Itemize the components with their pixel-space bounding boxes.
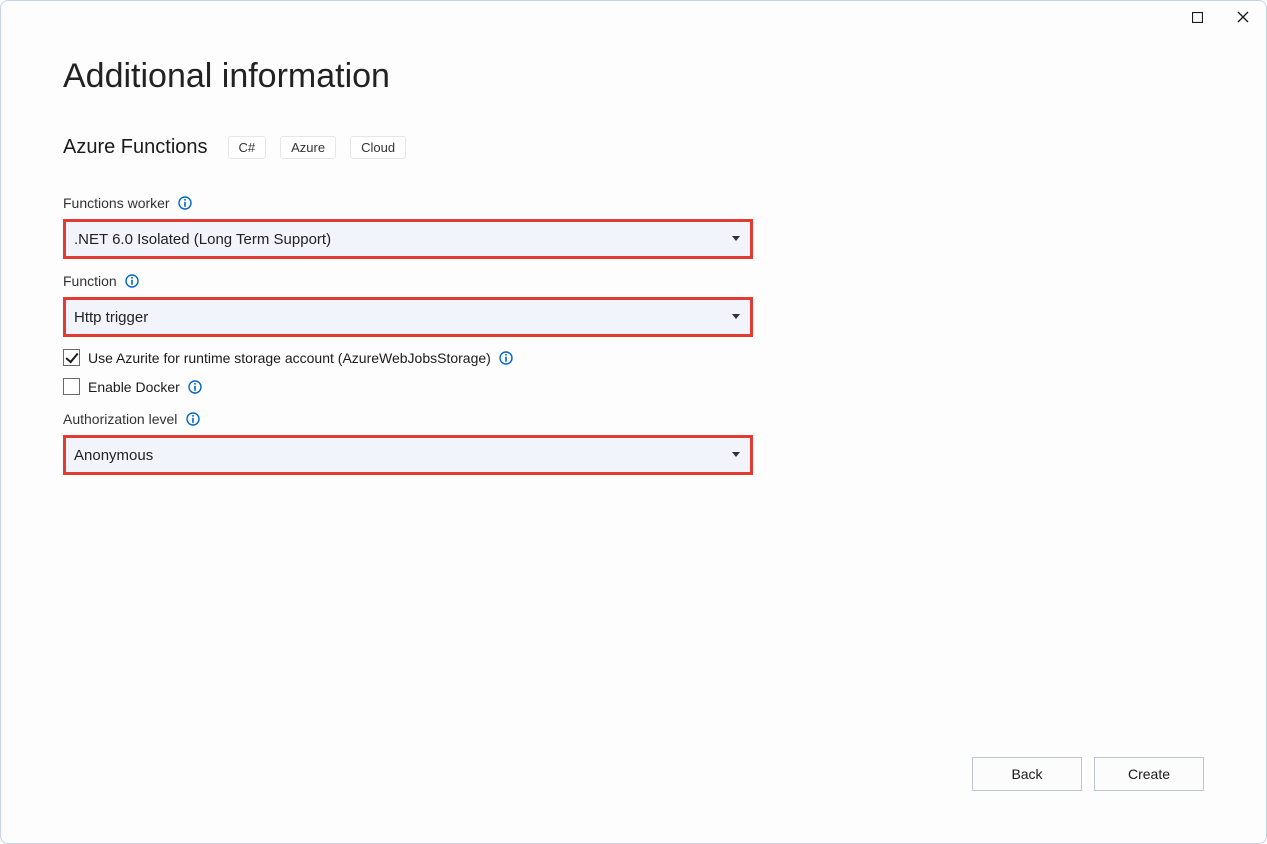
info-icon[interactable] (185, 412, 200, 427)
close-icon (1237, 11, 1249, 23)
info-icon[interactable] (125, 274, 140, 289)
functions-worker-dropdown[interactable]: .NET 6.0 Isolated (Long Term Support) (63, 219, 753, 259)
function-label-row: Function (63, 273, 1204, 289)
dialog-footer: Back Create (972, 757, 1204, 791)
authorization-level-label-row: Authorization level (63, 411, 1204, 427)
back-button[interactable]: Back (972, 757, 1082, 791)
authorization-level-value: Anonymous (74, 447, 153, 464)
info-icon[interactable] (499, 350, 514, 365)
tag-platform: Azure (280, 136, 336, 159)
authorization-level-dropdown[interactable]: Anonymous (63, 435, 753, 475)
functions-worker-value: .NET 6.0 Isolated (Long Term Support) (74, 231, 331, 248)
use-azurite-label: Use Azurite for runtime storage account … (88, 350, 491, 366)
info-icon[interactable] (188, 379, 203, 394)
project-summary: Azure Functions C# Azure Cloud (63, 136, 1204, 159)
enable-docker-label: Enable Docker (88, 379, 180, 395)
functions-worker-label-row: Functions worker (63, 195, 1204, 211)
info-icon[interactable] (178, 196, 193, 211)
functions-worker-label: Functions worker (63, 195, 170, 211)
maximize-button[interactable] (1174, 1, 1220, 33)
window-controls (1174, 1, 1266, 41)
use-azurite-checkbox[interactable] (63, 349, 80, 366)
page-title: Additional information (63, 57, 1204, 96)
enable-docker-checkbox[interactable] (63, 378, 80, 395)
dialog-window: Additional information Azure Functions C… (0, 0, 1267, 844)
chevron-down-icon (732, 452, 740, 458)
tag-category: Cloud (350, 136, 406, 159)
tag-language: C# (228, 136, 267, 159)
close-button[interactable] (1220, 1, 1266, 33)
authorization-level-label: Authorization level (63, 411, 177, 427)
function-value: Http trigger (74, 309, 148, 326)
enable-docker-row: Enable Docker (63, 378, 1204, 395)
create-button[interactable]: Create (1094, 757, 1204, 791)
chevron-down-icon (732, 236, 740, 242)
dialog-content: Additional information Azure Functions C… (63, 57, 1204, 483)
project-type: Azure Functions (63, 136, 208, 159)
use-azurite-row: Use Azurite for runtime storage account … (63, 349, 1204, 366)
function-label: Function (63, 273, 117, 289)
maximize-icon (1192, 12, 1203, 23)
chevron-down-icon (732, 314, 740, 320)
function-dropdown[interactable]: Http trigger (63, 297, 753, 337)
